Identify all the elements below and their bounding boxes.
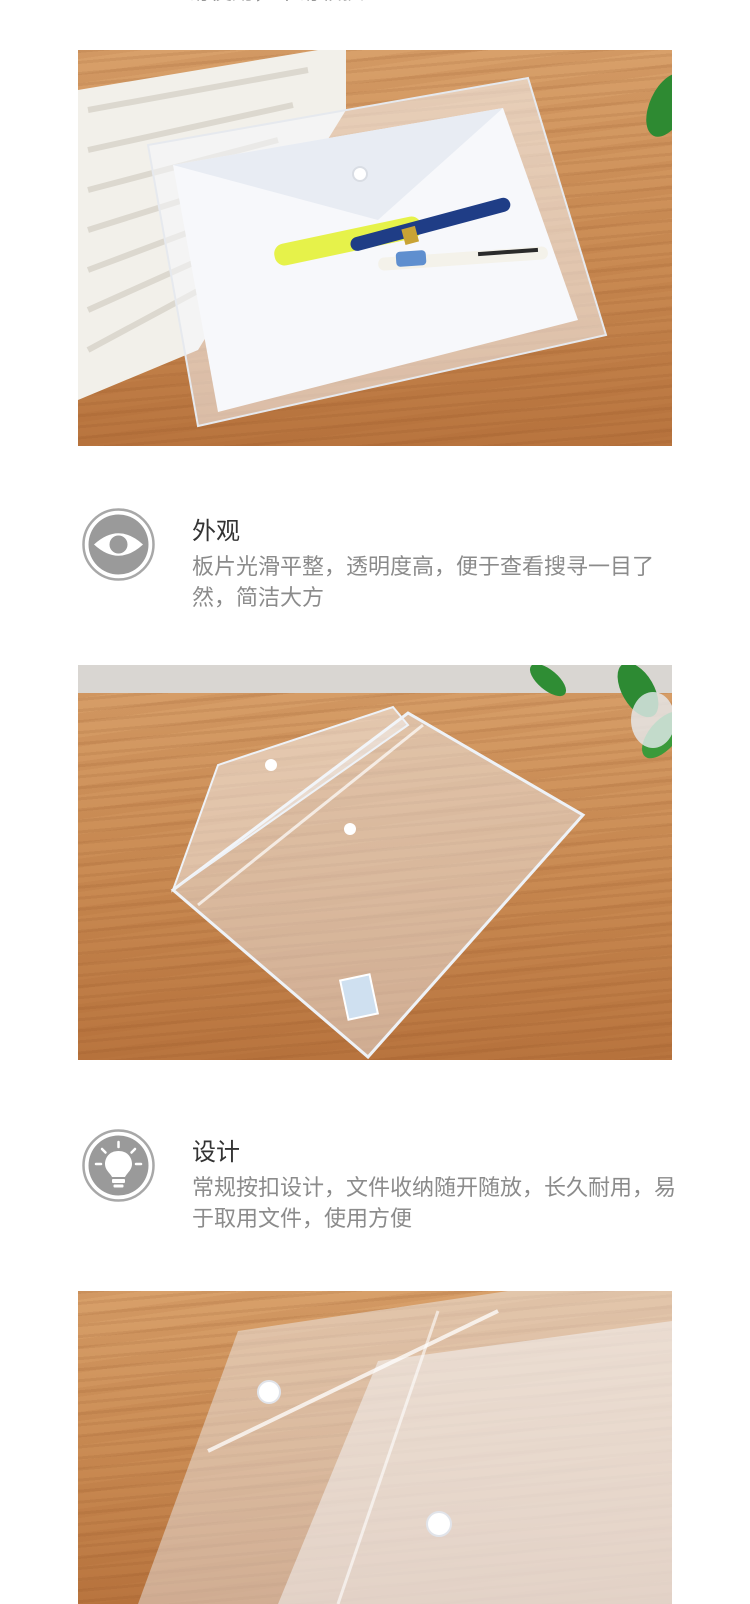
feature-description-appearance: 板片光滑平整，透明度高，便于查看搜寻一目了然，简洁大方 [192, 555, 655, 611]
product-photo-envelope-closeup [78, 1291, 672, 1604]
product-photo-transparent-envelope [78, 665, 672, 1060]
photo-transparent-envelope-illustration [78, 665, 672, 1060]
snap-button-bottom-shape [344, 823, 356, 835]
feature-description-design: 常规按扣设计，文件收纳随开随放，长久耐用，易于取用文件，使用方便 [192, 1176, 677, 1232]
snap-button-bottom-shape [426, 1511, 452, 1537]
product-photo-envelope-with-pens [78, 50, 672, 446]
feature-title-design: 设计 [192, 1138, 240, 1166]
lightbulb-icon [82, 1129, 155, 1202]
wall-strip-shape [78, 665, 672, 693]
snap-button-top-shape [265, 759, 277, 771]
feature-title-appearance: 外观 [192, 517, 240, 545]
photo-envelope-with-pens-illustration [78, 50, 672, 428]
photo-envelope-closeup-illustration [138, 1291, 672, 1604]
snap-button-top-shape [257, 1380, 281, 1404]
partial-top-text: 易使用，平易较换 [188, 0, 708, 8]
plant-leaf-shape [646, 73, 672, 137]
eye-icon [82, 508, 155, 581]
snap-button-shape [352, 166, 368, 182]
